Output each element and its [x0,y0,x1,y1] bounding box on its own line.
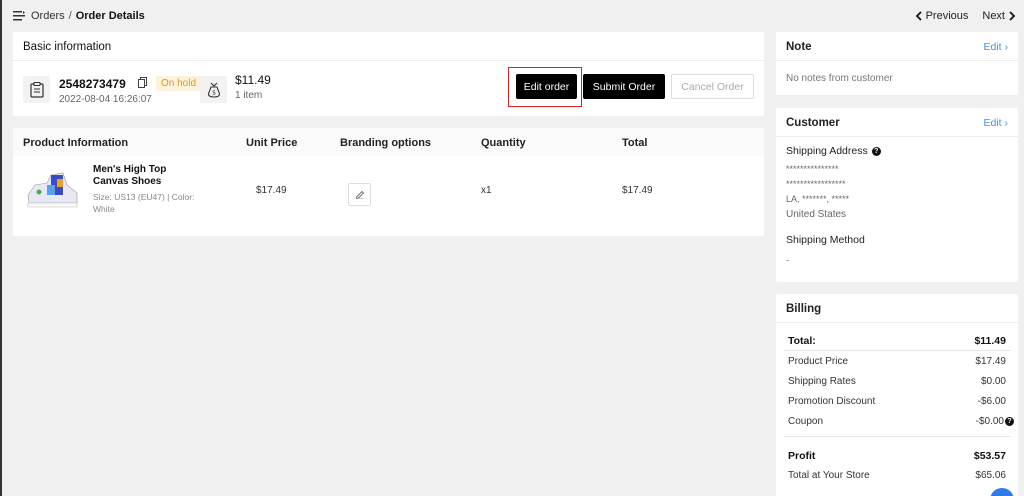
help-icon[interactable]: ? [871,146,881,156]
product-attributes: Size: US13 (EU47) | Color: White [93,192,195,214]
unit-price-value: $17.49 [256,185,287,196]
order-icon-box [23,76,50,103]
money-bag-icon: $ [207,82,220,98]
promotion-discount-row: Promotion Discount -$6.00 [788,396,1006,407]
note-edit-link[interactable]: Edit › [983,41,1008,53]
column-unit-price: Unit Price [246,137,298,149]
basic-information-card: Basic information 2548273479 On hold 202… [13,32,764,116]
promotion-discount-label: Promotion Discount [788,396,876,407]
note-card: Note Edit › No notes from customer [776,32,1018,95]
shipping-method-value: - [786,255,789,265]
shipping-rates-value: $0.00 [980,376,1006,387]
note-text: No notes from customer [786,73,893,84]
note-edit-label: Edit [983,41,1002,53]
clipboard-icon [29,81,44,98]
status-badge: On hold [156,76,202,91]
billing-title: Billing [786,303,822,315]
address-country: United States [786,209,847,220]
previous-label: Previous [925,10,969,22]
billing-divider [784,350,1010,351]
profit-row: Profit $53.57 [788,450,1006,462]
profit-label: Profit [788,450,816,462]
store-total-value: $65.06 [975,470,1006,481]
product-table-card: Product Information Unit Price Branding … [13,128,764,236]
cancel-order-button[interactable]: Cancel Order [671,74,754,99]
address-line-3: LA, *******, ***** [786,194,850,204]
note-title: Note [786,41,812,53]
product-image [27,172,78,208]
order-item-count: 1 item [235,90,263,101]
breadcrumb-current: Order Details [75,10,145,22]
basic-information-title: Basic information [23,41,112,53]
customer-title: Customer [786,117,840,129]
card-divider [776,136,1018,137]
chevron-right-icon [1009,11,1016,21]
card-divider [13,60,764,61]
product-price-row: Product Price $17.49 [788,356,1006,367]
column-total: Total [622,137,648,149]
chevron-left-icon [915,11,922,21]
order-amount: $11.49 [235,73,271,87]
billing-total-row: Total: $11.49 [788,335,1006,347]
product-name[interactable]: Men's High Top Canvas Shoes [93,164,193,188]
pencil-icon [355,190,364,199]
quantity-value: x1 [481,185,492,196]
copy-icon[interactable] [138,77,147,88]
shipping-rates-label: Shipping Rates [788,376,856,387]
next-label: Next [982,10,1005,22]
billing-card: Billing Total: $11.49 Product Price $17.… [776,294,1018,496]
billing-divider [784,436,1010,437]
shipping-rates-row: Shipping Rates $0.00 [788,376,1006,387]
coupon-row: Coupon -$0.00 ? [788,416,1014,427]
edit-branding-button[interactable] [348,183,371,206]
amount-icon-box: $ [200,76,227,103]
billing-total-value: $11.49 [974,335,1006,347]
coupon-label: Coupon [788,416,824,427]
customer-card: Customer Edit › Shipping Address ? *****… [776,108,1018,282]
order-pager: Previous Next [915,10,1016,22]
breadcrumb: Orders / Order Details [13,10,145,22]
total-value: $17.49 [622,185,653,196]
product-price-label: Product Price [788,356,849,367]
card-divider [776,60,1018,61]
promotion-discount-value: -$6.00 [977,396,1006,407]
shipping-address-label: Shipping Address ? [786,145,881,157]
submit-order-button[interactable]: Submit Order [583,74,665,99]
profit-value: $53.57 [973,450,1006,462]
menu-list-icon[interactable] [13,10,26,22]
chevron-right-icon: › [1004,117,1009,129]
window-left-edge [0,0,2,496]
previous-order-button[interactable]: Previous [915,10,969,22]
top-bar: Orders / Order Details Previous Next [0,0,1024,32]
card-divider [776,322,1018,323]
store-total-row: Total at Your Store $65.06 [788,470,1006,481]
customer-edit-label: Edit [983,117,1002,129]
edit-order-highlight-box [508,67,582,107]
column-product-information: Product Information [23,137,129,149]
product-table-header: Product Information Unit Price Branding … [13,128,764,156]
coupon-value-wrap: -$0.00 ? [976,416,1014,427]
store-total-label: Total at Your Store [788,470,870,481]
address-line-1: *************** [786,164,839,174]
help-icon[interactable]: ? [1005,417,1014,426]
address-line-2: ***************** [786,179,846,189]
order-number: 2548273479 [59,77,126,91]
product-price-value: $17.49 [975,356,1006,367]
column-branding-options: Branding options [340,137,432,149]
shipping-address-text: Shipping Address [786,145,868,157]
breadcrumb-orders-link[interactable]: Orders [31,10,65,22]
order-date: 2022-08-04 16:26:07 [59,94,152,105]
billing-total-label: Total: [788,335,816,347]
coupon-value: -$0.00 [975,416,1004,427]
shipping-method-label: Shipping Method [786,234,865,246]
chevron-right-icon: › [1004,41,1009,53]
customer-edit-link[interactable]: Edit › [983,117,1008,129]
svg-text:$: $ [212,89,216,96]
next-order-button[interactable]: Next [982,10,1016,22]
breadcrumb-separator: / [68,10,72,22]
column-quantity: Quantity [481,137,526,149]
